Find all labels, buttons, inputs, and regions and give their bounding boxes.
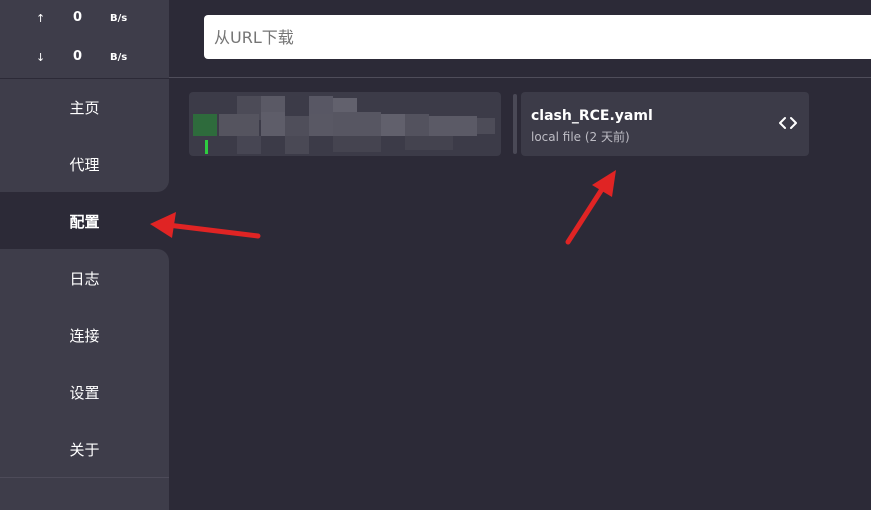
pixelated-block: [285, 116, 309, 136]
pixelated-block: [381, 114, 405, 136]
nav-item-settings[interactable]: 设置: [0, 364, 169, 420]
profile-card-obscured[interactable]: [189, 92, 501, 156]
download-speed-value: 0: [73, 49, 83, 64]
nav-item-proxies[interactable]: 代理: [0, 136, 169, 192]
sidebar-divider: [0, 477, 169, 478]
download-speed: ↓ 0 B/s: [0, 49, 169, 69]
pixelated-block: [309, 114, 333, 136]
nav-item-logs[interactable]: 日志: [0, 250, 169, 306]
nav-item-about[interactable]: 关于: [0, 421, 169, 477]
card-separator: [513, 94, 517, 154]
nav-item-profiles[interactable]: 配置: [0, 193, 169, 249]
pixelated-block: [261, 112, 285, 136]
selected-indicator-box: [193, 114, 217, 136]
profile-detail: local file (2 天前): [531, 130, 630, 144]
download-arrow-icon: ↓: [36, 51, 46, 64]
sidebar: ↑ 0 B/s ↓ 0 B/s 主页 代理 配置 日志 连接 设置 关于: [0, 0, 169, 510]
main-content: clash_RCE.yaml local file (2 天前): [169, 0, 871, 510]
download-url-input[interactable]: [204, 15, 871, 59]
profile-name: clash_RCE.yaml: [531, 108, 653, 124]
nav-item-connections[interactable]: 连接: [0, 307, 169, 363]
upload-arrow-icon: ↑: [36, 12, 46, 25]
profile-card-clash-rce[interactable]: clash_RCE.yaml local file (2 天前): [521, 92, 809, 156]
upload-speed-value: 0: [73, 10, 83, 25]
pixelated-block: [219, 114, 259, 136]
pixelated-block: [405, 136, 453, 150]
pixelated-block: [429, 116, 477, 136]
pixelated-block: [237, 136, 261, 154]
upload-speed: ↑ 0 B/s: [0, 10, 169, 30]
traffic-speed-panel: ↑ 0 B/s ↓ 0 B/s: [0, 0, 169, 78]
upload-speed-unit: B/s: [110, 13, 128, 24]
selected-indicator-bar: [205, 140, 208, 154]
pixelated-block: [333, 136, 381, 152]
nav-item-home[interactable]: 主页: [0, 79, 169, 135]
pixelated-block: [477, 118, 495, 134]
code-icon[interactable]: [779, 116, 797, 130]
pixelated-block: [333, 112, 381, 136]
header-divider: [169, 77, 871, 78]
pixelated-block: [405, 114, 429, 136]
pixelated-block: [285, 136, 309, 154]
download-speed-unit: B/s: [110, 52, 128, 63]
